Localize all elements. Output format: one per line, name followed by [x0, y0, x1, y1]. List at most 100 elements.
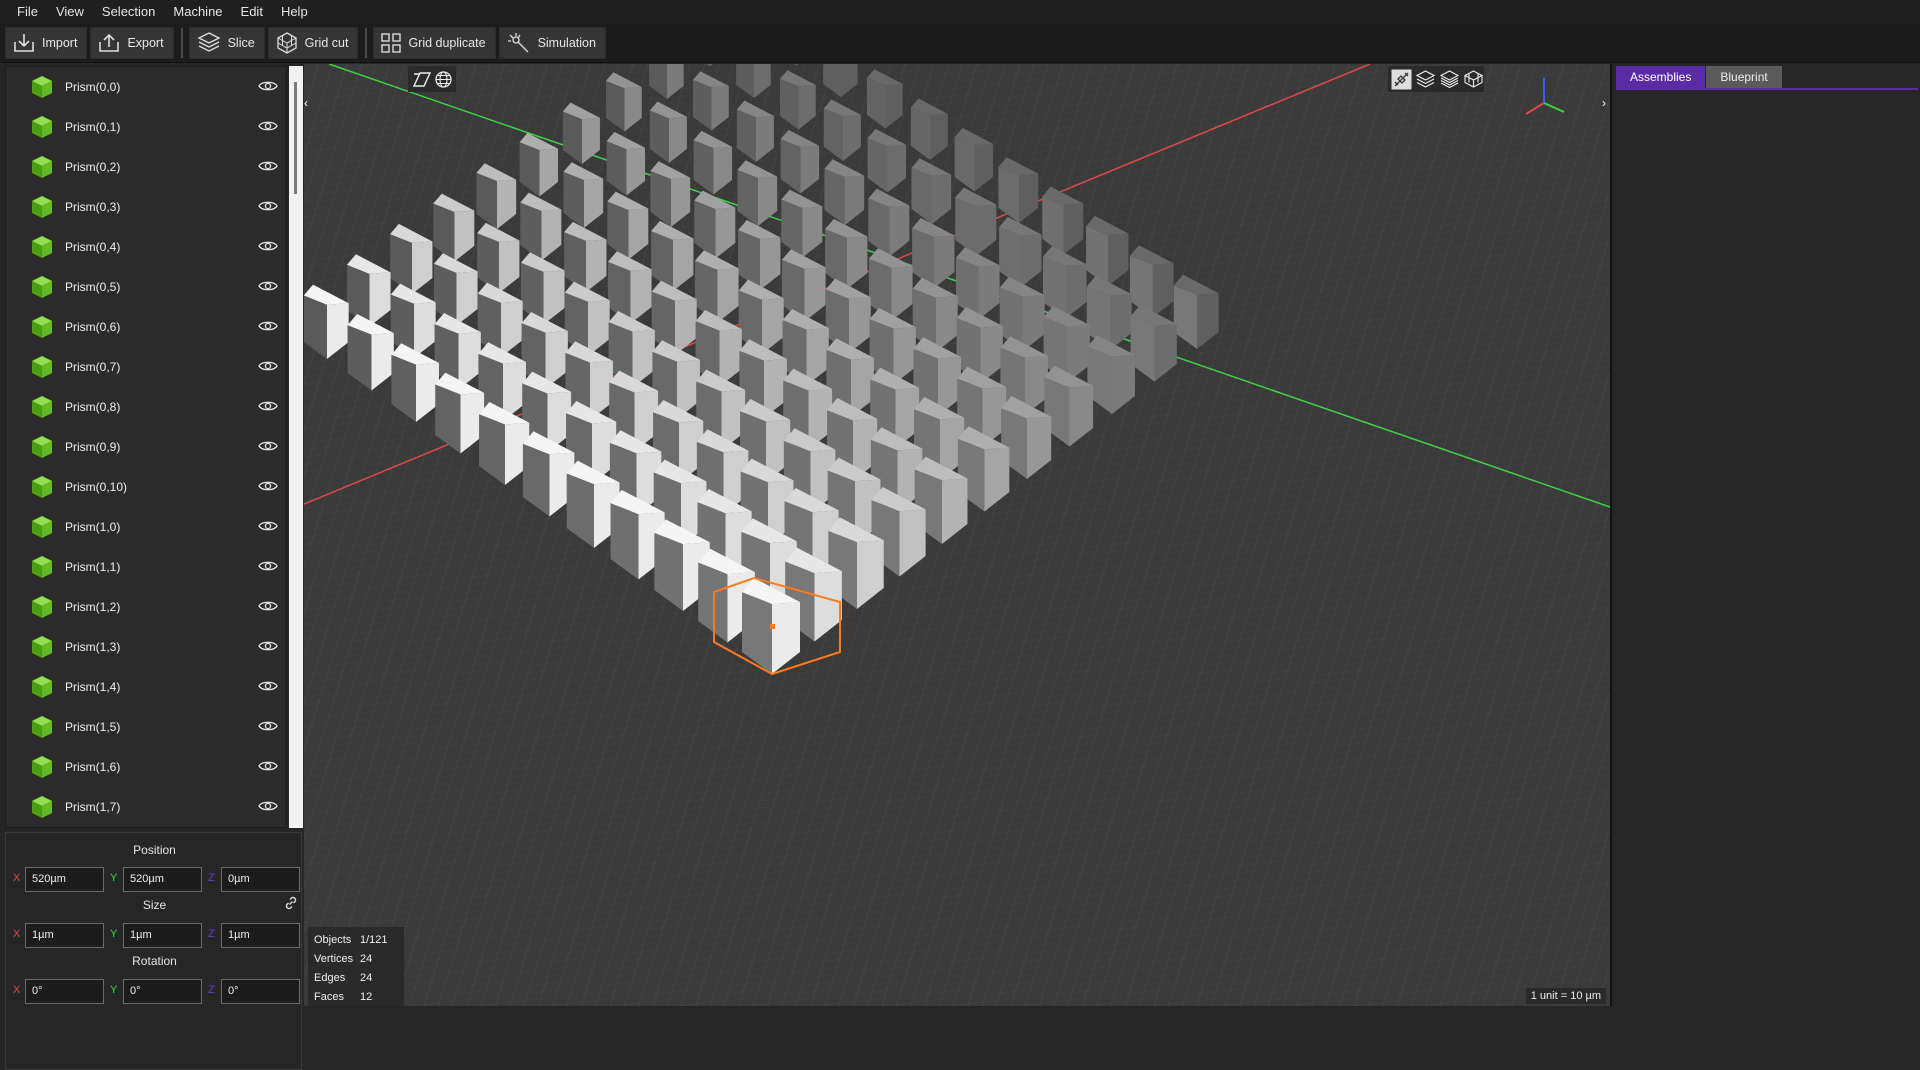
eye-icon[interactable]: [258, 199, 278, 213]
3d-viewport[interactable]: ‹ › Objects 1/121 Vertices 24 Edges 24 F…: [304, 64, 1610, 1006]
eye-icon[interactable]: [258, 479, 278, 493]
tree-item[interactable]: Prism(0,5): [6, 267, 286, 307]
layers-view-icon[interactable]: [1415, 69, 1436, 90]
tree-item-label: Prism(0,4): [65, 240, 121, 254]
tree-item-label: Prism(1,6): [65, 760, 121, 774]
axis-gizmo[interactable]: [1522, 76, 1570, 120]
grid-cut-label: Grid cut: [304, 36, 349, 50]
perspective-icon[interactable]: [412, 70, 432, 88]
eye-icon[interactable]: [258, 599, 278, 613]
eye-icon[interactable]: [258, 159, 278, 173]
tree-scrollbar[interactable]: [289, 66, 303, 828]
tree-item[interactable]: Prism(1,5): [6, 707, 286, 747]
position-x-field[interactable]: 520µm: [25, 867, 104, 892]
eye-icon[interactable]: [258, 439, 278, 453]
tree-item[interactable]: Prism(0,10): [6, 467, 286, 507]
stack-view-icon[interactable]: [1439, 69, 1460, 90]
eye-icon[interactable]: [258, 519, 278, 533]
menu-view[interactable]: View: [47, 0, 93, 24]
tree-item[interactable]: Prism(0,1): [6, 107, 286, 147]
menu-file[interactable]: File: [8, 0, 47, 24]
tab-underline: [1616, 88, 1918, 90]
tree-item[interactable]: Prism(1,2): [6, 587, 286, 627]
rotation-z-field[interactable]: 0°: [221, 979, 300, 1004]
eye-icon[interactable]: [258, 79, 278, 93]
collapse-left-icon[interactable]: ‹: [304, 95, 312, 111]
size-y-field[interactable]: 1µm: [123, 923, 202, 948]
tree-item[interactable]: Prism(0,9): [6, 427, 286, 467]
eye-icon[interactable]: [258, 279, 278, 293]
position-z-label: Z: [208, 872, 215, 884]
tree-item-label: Prism(0,6): [65, 320, 121, 334]
grid-cut-button[interactable]: Grid cut: [267, 27, 359, 59]
menu-machine[interactable]: Machine: [164, 0, 231, 24]
eye-icon[interactable]: [258, 119, 278, 133]
explode-view-icon[interactable]: [1391, 69, 1412, 90]
scene-canvas[interactable]: [304, 64, 1610, 1006]
pivot-handle[interactable]: [770, 624, 775, 629]
globe-icon[interactable]: [434, 70, 453, 89]
tree-item[interactable]: Prism(0,0): [6, 67, 286, 107]
tree-item[interactable]: Prism(0,2): [6, 147, 286, 187]
position-z-field[interactable]: 0µm: [221, 867, 300, 892]
import-button[interactable]: Import: [5, 27, 88, 59]
eye-icon[interactable]: [258, 359, 278, 373]
size-z-field[interactable]: 1µm: [221, 923, 300, 948]
rotation-y-field[interactable]: 0°: [123, 979, 202, 1004]
tree-item-label: Prism(1,7): [65, 800, 121, 814]
tree-item-label: Prism(0,2): [65, 160, 121, 174]
tree-item[interactable]: Prism(0,4): [6, 227, 286, 267]
rotation-x-field[interactable]: 0°: [25, 979, 104, 1004]
collapse-right-icon[interactable]: ›: [1602, 95, 1610, 111]
eye-icon[interactable]: [258, 679, 278, 693]
eye-icon[interactable]: [258, 239, 278, 253]
tree-item[interactable]: Prism(1,4): [6, 667, 286, 707]
eye-icon[interactable]: [258, 719, 278, 733]
tab-blueprint[interactable]: Blueprint: [1706, 66, 1782, 88]
tab-assemblies[interactable]: Assemblies: [1616, 66, 1706, 88]
eye-icon[interactable]: [258, 319, 278, 333]
tree-item[interactable]: Prism(1,7): [6, 787, 286, 827]
eye-icon[interactable]: [258, 799, 278, 813]
eye-icon[interactable]: [258, 639, 278, 653]
tree-item[interactable]: Prism(1,3): [6, 627, 286, 667]
export-icon: [99, 33, 120, 52]
slice-button[interactable]: Slice: [188, 27, 265, 59]
menu-selection[interactable]: Selection: [93, 0, 164, 24]
tree-item-label: Prism(0,5): [65, 280, 121, 294]
grid-duplicate-icon: [381, 33, 402, 53]
position-y-label: Y: [110, 872, 118, 884]
tree-item[interactable]: Prism(0,3): [6, 187, 286, 227]
tree-item[interactable]: Prism(0,8): [6, 387, 286, 427]
eye-icon[interactable]: [258, 759, 278, 773]
tree-item-label: Prism(0,3): [65, 200, 121, 214]
tree-item[interactable]: Prism(1,0): [6, 507, 286, 547]
menu-help[interactable]: Help: [272, 0, 317, 24]
eye-icon[interactable]: [258, 559, 278, 573]
eye-icon[interactable]: [258, 399, 278, 413]
scrollbar-thumb[interactable]: [294, 82, 297, 194]
export-label: Export: [127, 36, 164, 50]
tree-item[interactable]: Prism(0,6): [6, 307, 286, 347]
export-button[interactable]: Export: [90, 27, 174, 59]
cube-icon: [32, 676, 52, 698]
position-y-field[interactable]: 520µm: [123, 867, 202, 892]
size-x-field[interactable]: 1µm: [25, 923, 104, 948]
size-y-label: Y: [110, 928, 118, 940]
tree-item[interactable]: Prism(1,6): [6, 747, 286, 787]
grid-duplicate-button[interactable]: Grid duplicate: [373, 27, 496, 59]
objects-label: Objects: [314, 934, 352, 946]
link-icon[interactable]: [284, 896, 298, 910]
rotation-x-label: X: [13, 984, 21, 996]
cube-icon: [32, 476, 52, 498]
import-icon: [14, 34, 34, 52]
tree-item[interactable]: Prism(1,1): [6, 547, 286, 587]
cube-icon: [32, 436, 52, 458]
menu-edit[interactable]: Edit: [232, 0, 272, 24]
vertices-label: Vertices: [314, 953, 354, 965]
mesh-view-icon[interactable]: [1463, 69, 1484, 90]
edges-value: 24: [360, 972, 373, 984]
cube-icon: [32, 76, 52, 98]
simulation-button[interactable]: Simulation: [498, 27, 606, 59]
tree-item[interactable]: Prism(0,7): [6, 347, 286, 387]
